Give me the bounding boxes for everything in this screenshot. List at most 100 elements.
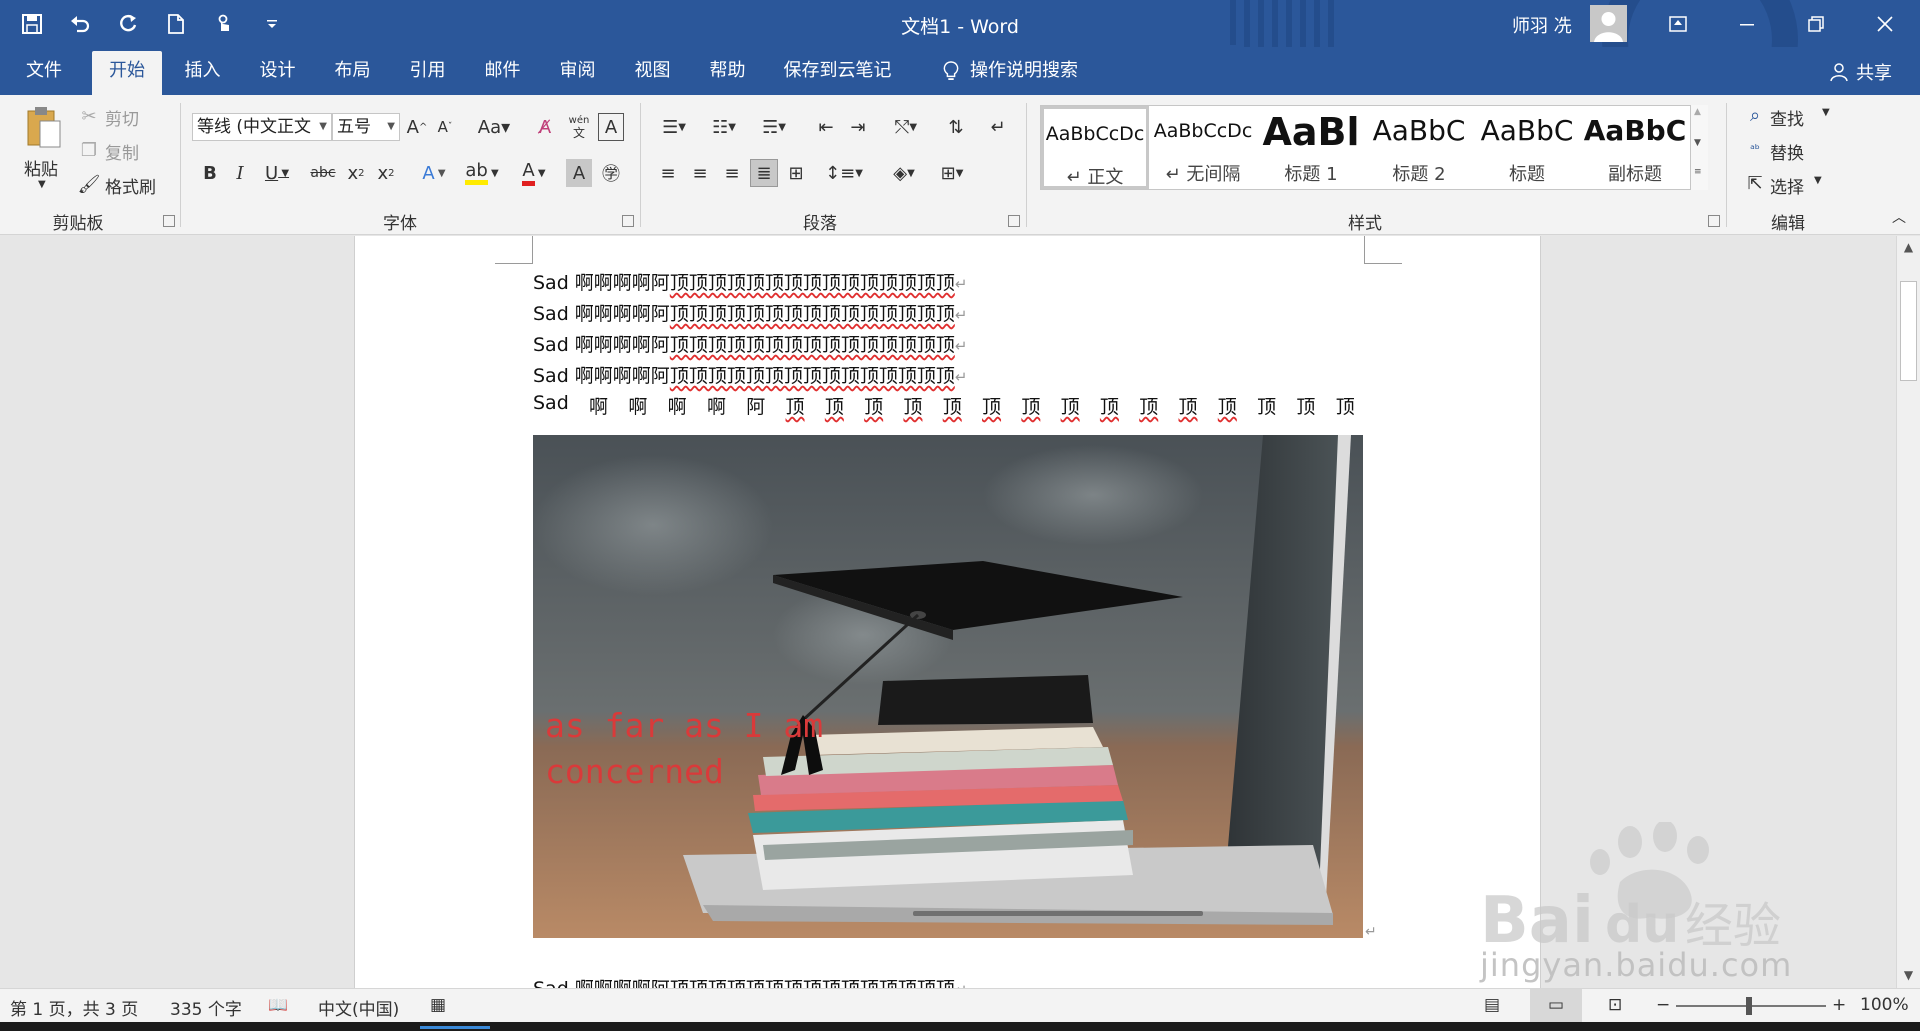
text-effects-icon[interactable]: A ▼	[414, 159, 454, 187]
character-shading-icon[interactable]: A	[566, 159, 592, 187]
tab-help[interactable]: 帮助	[695, 47, 760, 95]
style-item[interactable]: AaBl 标题 1	[1257, 106, 1365, 189]
collapse-ribbon-icon[interactable]: ︿	[1892, 207, 1906, 227]
copy-icon[interactable]: ❐	[78, 139, 100, 161]
tab-file[interactable]: 文件	[14, 47, 74, 95]
text-line[interactable]: Sad 啊啊啊啊阿顶顶顶顶顶顶顶顶顶顶顶顶顶顶顶↵	[533, 330, 967, 357]
copy-label[interactable]: 复制	[105, 139, 139, 164]
scroll-down-icon[interactable]: ▼	[1694, 138, 1701, 148]
web-layout-icon[interactable]: ⊡	[1608, 995, 1622, 1015]
sort-icon[interactable]: ⇅	[942, 113, 970, 141]
cut-icon[interactable]: ✂	[78, 105, 100, 127]
show-formatting-marks-icon[interactable]: ↵	[984, 113, 1012, 141]
word-count[interactable]: 335 个字	[170, 995, 242, 1020]
user-avatar[interactable]	[1590, 5, 1627, 42]
page-count[interactable]: 第 1 页，共 3 页	[10, 995, 138, 1020]
numbering-icon[interactable]: ☷ ▼	[704, 113, 744, 141]
language-indicator[interactable]: 中文(中国)	[318, 995, 399, 1020]
align-right-icon[interactable]: ≡	[718, 159, 746, 187]
paste-dropdown-icon[interactable]: ▼	[38, 179, 46, 190]
multilevel-list-icon[interactable]: ☴ ▼	[754, 113, 794, 141]
align-left-icon[interactable]: ≡	[654, 159, 682, 187]
select-label[interactable]: 选择	[1770, 173, 1804, 198]
tab-view[interactable]: 视图	[620, 47, 685, 95]
zoom-out-icon[interactable]: −	[1656, 995, 1670, 1015]
subscript-icon[interactable]: x2	[344, 159, 368, 187]
strikethrough-icon[interactable]: abc	[308, 159, 338, 187]
zoom-level[interactable]: 100%	[1860, 995, 1909, 1015]
style-item[interactable]: AaBbCcDc ↵ 无间隔	[1149, 106, 1257, 189]
chevron-down-icon[interactable]: ▼	[1814, 175, 1822, 186]
scroll-up-icon[interactable]: ▲	[1897, 236, 1920, 258]
justify-icon[interactable]: ≣	[750, 159, 778, 187]
select-icon[interactable]: ⇱	[1744, 171, 1766, 195]
text-line[interactable]: Sad 啊啊啊啊阿顶顶顶顶顶顶顶顶顶顶顶顶顶顶顶↵	[533, 361, 967, 388]
style-item[interactable]: AaBbC 副标题	[1581, 106, 1689, 189]
tab-mailings[interactable]: 邮件	[470, 47, 535, 95]
underline-icon[interactable]: U ▼	[258, 159, 296, 187]
format-painter-label[interactable]: 格式刷	[105, 173, 156, 198]
italic-icon[interactable]: I	[228, 159, 252, 187]
grow-font-icon[interactable]: A ^	[404, 113, 430, 141]
scroll-up-icon[interactable]: ▲	[1694, 107, 1701, 117]
vertical-scrollbar[interactable]: ▲ ▼	[1896, 236, 1920, 988]
paragraph-launcher-icon[interactable]	[1008, 215, 1020, 227]
bullets-icon[interactable]: ☰ ▼	[654, 113, 694, 141]
tab-design[interactable]: 设计	[245, 47, 310, 95]
align-center-icon[interactable]: ≡	[686, 159, 714, 187]
chinese-layout-icon[interactable]: ⤲ ▼	[884, 113, 928, 141]
scroll-down-icon[interactable]: ▼	[1897, 964, 1920, 986]
paste-label[interactable]: 粘贴	[24, 155, 58, 180]
minimize-icon[interactable]	[1724, 0, 1770, 47]
restore-icon[interactable]	[1793, 0, 1839, 47]
tab-review[interactable]: 审阅	[545, 47, 610, 95]
print-layout-icon[interactable]: ▭	[1530, 989, 1582, 1022]
text-line[interactable]: Sad 啊啊啊啊阿顶顶顶顶顶顶顶顶顶顶顶顶顶顶顶↵	[533, 268, 967, 295]
style-item[interactable]: AaBbC 标题 2	[1365, 106, 1473, 189]
user-name[interactable]: 师羽 冼	[1512, 12, 1572, 38]
zoom-slider-thumb[interactable]	[1746, 997, 1752, 1015]
borders-icon[interactable]: ⊞ ▼	[930, 159, 974, 187]
scroll-thumb[interactable]	[1900, 281, 1917, 381]
proofing-icon[interactable]: 📖	[268, 995, 288, 1014]
styles-launcher-icon[interactable]	[1708, 215, 1720, 227]
text-line[interactable]: Sad 啊啊啊啊阿顶顶顶顶顶顶顶顶顶顶顶顶顶顶顶↵	[533, 974, 967, 988]
enclose-characters-icon[interactable]: ㊫	[598, 159, 624, 187]
distributed-icon[interactable]: ⊞	[782, 159, 810, 187]
increase-indent-icon[interactable]: ⇥	[844, 113, 872, 141]
tab-insert[interactable]: 插入	[170, 47, 235, 95]
shading-icon[interactable]: ◈ ▼	[882, 159, 926, 187]
decrease-indent-icon[interactable]: ⇤	[812, 113, 840, 141]
font-color-icon[interactable]: A ▼	[514, 159, 554, 187]
shrink-font-icon[interactable]: Aˇ	[432, 113, 458, 141]
superscript-icon[interactable]: x2	[374, 159, 398, 187]
clipboard-launcher-icon[interactable]	[163, 215, 175, 227]
find-icon[interactable]: ⌕	[1744, 103, 1766, 127]
zoom-in-icon[interactable]: +	[1832, 995, 1846, 1015]
bold-icon[interactable]: B	[198, 159, 222, 187]
ribbon-display-options-icon[interactable]	[1655, 0, 1701, 47]
macro-icon[interactable]: ▦	[430, 995, 446, 1015]
tell-me-search[interactable]: 操作说明搜索	[930, 47, 1090, 95]
paste-icon[interactable]	[24, 105, 64, 149]
tab-home[interactable]: 开始	[92, 51, 162, 95]
phonetic-guide-icon[interactable]: wén 文	[566, 113, 592, 141]
font-size-combo[interactable]: 五号 ▼	[332, 113, 400, 141]
character-border-icon[interactable]: A	[598, 113, 624, 141]
font-launcher-icon[interactable]	[622, 215, 634, 227]
clear-formatting-icon[interactable]: A̸	[532, 113, 558, 141]
line-spacing-icon[interactable]: ↕≡ ▼	[822, 159, 866, 187]
replace-icon[interactable]: ᵃᵇ	[1744, 137, 1766, 161]
tab-save-to-cloud-notes[interactable]: 保存到云笔记	[775, 47, 900, 95]
style-item[interactable]: AaBbCcDc ↵ 正文	[1041, 106, 1149, 189]
tab-layout[interactable]: 布局	[320, 47, 385, 95]
highlight-color-icon[interactable]: ab ▼	[462, 159, 502, 187]
more-styles-icon[interactable]: ≡	[1694, 167, 1702, 177]
font-name-combo[interactable]: 等线 (中文正文 ▼	[192, 113, 332, 141]
find-label[interactable]: 查找	[1770, 105, 1804, 130]
change-case-icon[interactable]: Aa▾	[474, 113, 514, 141]
inserted-picture[interactable]: as far as I am concerned	[533, 435, 1363, 938]
replace-label[interactable]: 替换	[1770, 139, 1804, 164]
close-icon[interactable]	[1862, 0, 1908, 47]
tab-references[interactable]: 引用	[395, 47, 460, 95]
